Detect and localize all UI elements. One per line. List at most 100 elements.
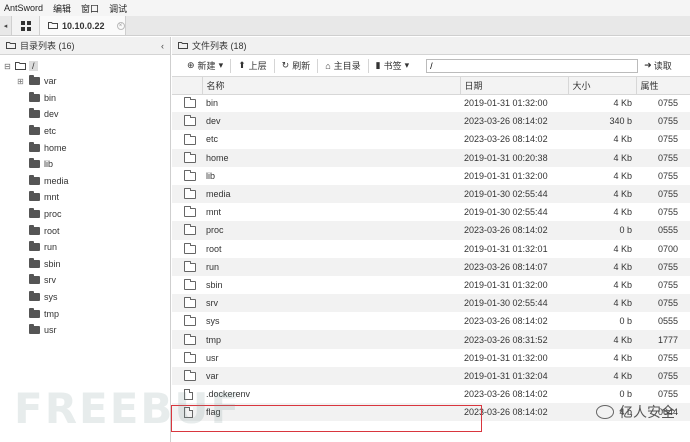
table-row[interactable]: mnt 2019-01-30 02:55:44 4 Kb 0755 bbox=[172, 203, 690, 221]
row-icon-cell bbox=[172, 294, 202, 313]
menu-debug[interactable]: 调试 bbox=[109, 2, 127, 15]
file-size-cell: 4 Kb bbox=[613, 134, 632, 145]
table-row[interactable]: usr 2019-01-31 01:32:00 4 Kb 0755 bbox=[172, 349, 690, 367]
table-row[interactable]: .dockerenv 2023-03-26 08:14:02 0 b 0755 bbox=[172, 385, 690, 403]
table-row[interactable]: etc 2023-03-26 08:14:02 4 Kb 0755 bbox=[172, 130, 690, 148]
tree-item-root[interactable]: root bbox=[0, 222, 170, 239]
file-perm-cell: 0755 bbox=[657, 279, 678, 290]
folder-icon bbox=[184, 351, 196, 363]
file-size-cell: 4 Kb bbox=[613, 98, 632, 109]
folder-icon bbox=[184, 297, 196, 309]
folder-icon bbox=[184, 260, 196, 272]
home-button[interactable]: ⌂ 主目录 bbox=[318, 57, 367, 75]
tree-item-mnt[interactable]: mnt bbox=[0, 189, 170, 206]
file-name-cell: lib bbox=[206, 170, 216, 181]
file-size-cell: 4 Kb bbox=[568, 330, 636, 349]
table-row[interactable]: var 2019-01-31 01:32:04 4 Kb 0755 bbox=[172, 366, 690, 385]
tree-item-usr[interactable]: usr bbox=[0, 322, 170, 339]
file-name-cell: usr bbox=[206, 352, 219, 363]
directory-panel-title: 目录列表 (16) bbox=[20, 41, 75, 51]
folder-icon bbox=[29, 291, 40, 302]
table-row[interactable]: sbin 2019-01-31 01:32:00 4 Kb 0755 bbox=[172, 276, 690, 294]
column-header-date[interactable]: 日期 bbox=[460, 77, 569, 95]
table-row[interactable]: run 2023-03-26 08:14:07 4 Kb 0755 bbox=[172, 257, 690, 276]
file-size-cell: 4 Kb bbox=[568, 184, 636, 204]
row-icon-cell bbox=[172, 167, 202, 185]
file-perm-cell: 0755 bbox=[657, 389, 678, 400]
tree-item-sys[interactable]: sys bbox=[0, 289, 170, 306]
file-panel: 文件列表 (18) ⊕ 新建 ▾ ⬆ 上层 ↻ 刷新 ⌂ 主目录 ▮ 书签 ▾ bbox=[172, 37, 690, 442]
file-name-cell: bin bbox=[206, 98, 219, 109]
file-date-cell: 2023-03-26 08:14:02 bbox=[464, 389, 548, 400]
file-size-cell: 0 b bbox=[568, 221, 636, 240]
table-row[interactable]: sys 2023-03-26 08:14:02 0 b 0555 bbox=[172, 312, 690, 330]
directory-panel: 目录列表 (16) ‹ ⊟ / ⊞ var bin dev etc home lib medi… bbox=[0, 37, 171, 442]
tree-item-label: bin bbox=[44, 92, 57, 103]
file-perm-cell: 0555 bbox=[636, 221, 690, 240]
watermark-right-text: 亿人安全 bbox=[619, 404, 675, 420]
tab-close-icon[interactable]: × bbox=[116, 21, 125, 30]
table-row[interactable]: bin 2019-01-31 01:32:00 4 Kb 0755 bbox=[172, 94, 690, 112]
table-row[interactable]: srv 2019-01-30 02:55:44 4 Kb 0755 bbox=[172, 294, 690, 313]
column-header-perm[interactable]: 属性 bbox=[636, 77, 690, 95]
refresh-button[interactable]: ↻ 刷新 bbox=[275, 57, 318, 75]
folder-icon bbox=[184, 169, 196, 181]
expand-toggle-icon[interactable]: ⊞ bbox=[17, 77, 25, 86]
menubar: AntSword 编辑 窗口 调试 bbox=[0, 0, 690, 16]
tree-item-run[interactable]: run bbox=[0, 239, 170, 256]
table-row[interactable]: proc 2023-03-26 08:14:02 0 b 0555 bbox=[172, 221, 690, 240]
folder-icon bbox=[29, 208, 40, 219]
read-button[interactable]: ➜ 读取 bbox=[644, 59, 672, 72]
collapse-panel-icon[interactable]: ‹ bbox=[161, 41, 164, 51]
bookmarks-button[interactable]: ▮ 书签 ▾ bbox=[369, 57, 417, 75]
path-input[interactable] bbox=[426, 58, 639, 73]
tree-item-tmp[interactable]: tmp bbox=[0, 305, 170, 322]
folder-icon bbox=[184, 242, 196, 254]
tree-root[interactable]: ⊟ / bbox=[0, 59, 170, 73]
up-button[interactable]: ⬆ 上层 bbox=[231, 57, 274, 75]
file-date-cell: 2023-03-26 08:14:02 bbox=[460, 403, 568, 422]
table-row[interactable]: home 2019-01-31 00:20:38 4 Kb 0755 bbox=[172, 148, 690, 167]
tree-item-bin[interactable]: bin bbox=[0, 90, 170, 107]
folder-icon bbox=[184, 369, 196, 381]
collapse-toggle-icon[interactable]: ⊟ bbox=[4, 62, 12, 71]
menu-window[interactable]: 窗口 bbox=[81, 2, 99, 15]
tree-root-label: / bbox=[29, 61, 38, 71]
tree-item-sbin[interactable]: sbin bbox=[0, 256, 170, 273]
row-icon-cell bbox=[172, 257, 202, 276]
tab-scroll-left-button[interactable]: ◂ bbox=[0, 16, 12, 35]
column-header-size[interactable]: 大小 bbox=[568, 77, 637, 95]
tree-item-media[interactable]: media bbox=[0, 173, 170, 190]
file-size-cell: 4 Kb bbox=[613, 170, 632, 181]
table-row[interactable]: dev 2023-03-26 08:14:02 340 b 0755 bbox=[172, 112, 690, 131]
tree-item-label: home bbox=[44, 142, 67, 153]
folder-icon bbox=[29, 241, 40, 252]
tree-item-dev[interactable]: dev bbox=[0, 106, 170, 123]
tree-item-home[interactable]: home bbox=[0, 139, 170, 156]
menu-edit[interactable]: 编辑 bbox=[53, 2, 71, 15]
file-perm-cell: 0755 bbox=[657, 352, 678, 363]
folder-icon bbox=[184, 206, 196, 218]
row-icon-cell bbox=[172, 148, 202, 167]
grid-icon[interactable] bbox=[12, 16, 40, 35]
tab-host[interactable]: 10.10.0.22 × bbox=[40, 16, 126, 35]
folder-icon bbox=[6, 41, 16, 51]
file-date-cell: 2019-01-31 01:32:00 bbox=[464, 352, 548, 363]
menu-antsword[interactable]: AntSword bbox=[4, 3, 43, 13]
tree-item-lib[interactable]: lib bbox=[0, 156, 170, 173]
tree-item-var[interactable]: ⊞ var bbox=[0, 73, 170, 90]
table-row[interactable]: tmp 2023-03-26 08:31:52 4 Kb 1777 bbox=[172, 330, 690, 349]
folder-icon bbox=[184, 333, 196, 345]
table-row[interactable]: root 2019-01-31 01:32:01 4 Kb 0700 bbox=[172, 240, 690, 258]
file-perm-cell: 0755 bbox=[636, 148, 690, 167]
column-header-name[interactable]: 名称 bbox=[202, 77, 461, 95]
tree-item-proc[interactable]: proc bbox=[0, 206, 170, 223]
new-button[interactable]: ⊕ 新建 ▾ bbox=[180, 57, 230, 75]
tree-item-srv[interactable]: srv bbox=[0, 272, 170, 289]
tree-item-etc[interactable]: etc bbox=[0, 123, 170, 140]
table-row[interactable]: media 2019-01-30 02:55:44 4 Kb 0755 bbox=[172, 184, 690, 204]
table-row[interactable]: lib 2019-01-31 01:32:00 4 Kb 0755 bbox=[172, 167, 690, 185]
folder-icon bbox=[29, 307, 40, 318]
row-icon-cell bbox=[172, 221, 202, 240]
folder-icon bbox=[29, 257, 40, 268]
